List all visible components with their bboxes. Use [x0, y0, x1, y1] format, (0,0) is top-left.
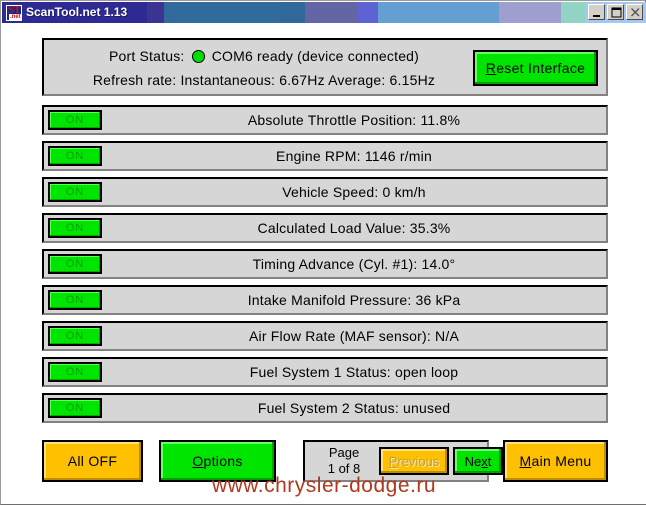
logo-text-net: .net: [9, 14, 21, 20]
sensor-label: Calculated Load Value: 35.3%: [257, 220, 451, 236]
sensor-toggle-button[interactable]: ON: [48, 182, 102, 202]
page-navigation-group: Page 1 of 8 Previous Ne x t: [303, 440, 503, 482]
options-label-rest: ptions: [203, 453, 243, 469]
sensor-toggle-button[interactable]: ON: [48, 110, 102, 130]
sensor-label: Fuel System 1 Status: open loop: [249, 364, 459, 380]
sensor-label: Air Flow Rate (MAF sensor): N/A: [248, 328, 459, 344]
reset-interface-button[interactable]: Reset Interface: [473, 50, 598, 86]
title-bar-band-5: [358, 2, 378, 23]
title-bar-band-4: [305, 2, 358, 23]
sensor-row: ON Vehicle Speed: 0 km/h: [42, 177, 608, 207]
previous-accel-letter: P: [388, 453, 398, 469]
sensor-toggle-button[interactable]: ON: [48, 326, 102, 346]
page-count: 1 of 8: [327, 461, 361, 476]
options-button[interactable]: Options: [159, 440, 276, 482]
title-bar-band-1: [147, 2, 164, 23]
window-title: ScanTool.net 1.13: [26, 5, 128, 19]
refresh-rate-line: Refresh rate: Instantaneous: 6.67Hz Aver…: [92, 72, 436, 88]
port-status-label: Port Status:: [108, 48, 185, 64]
main-menu-button[interactable]: Main Menu: [503, 440, 608, 482]
sensor-toggle-button[interactable]: ON: [48, 254, 102, 274]
status-text-group: Port Status: COM6 ready (device connecte…: [54, 44, 474, 92]
sensor-label: Absolute Throttle Position: 11.8%: [247, 112, 461, 128]
reset-accel-letter: R: [485, 60, 497, 76]
sensor-row: ON Calculated Load Value: 35.3%: [42, 213, 608, 243]
sensor-list: ON Absolute Throttle Position: 11.8% ON Eng…: [42, 105, 608, 429]
port-status-led-icon: [191, 50, 205, 63]
sensor-row: ON Engine RPM: 1146 r/min: [42, 141, 608, 171]
port-status-value: COM6 ready (device connected): [211, 48, 420, 64]
sensor-row: ON Fuel System 1 Status: open loop: [42, 357, 608, 387]
sensor-row: ON Air Flow Rate (MAF sensor): N/A: [42, 321, 608, 351]
port-status-line: Port Status: COM6 ready (device connecte…: [54, 44, 474, 68]
previous-page-button[interactable]: Previous: [379, 447, 449, 475]
all-off-button[interactable]: All OFF: [42, 440, 143, 482]
window-controls: [588, 4, 643, 20]
next-label-pre: Ne: [464, 453, 482, 469]
sensor-toggle-button[interactable]: ON: [48, 398, 102, 418]
sensor-row: ON Absolute Throttle Position: 11.8%: [42, 105, 608, 135]
main-menu-accel-letter: M: [519, 453, 532, 469]
title-bar-band-7: [499, 2, 561, 23]
minimize-button[interactable]: [588, 4, 605, 20]
sensor-toggle-button[interactable]: ON: [48, 218, 102, 238]
sensor-row: ON Timing Advance (Cyl. #1): 14.0°: [42, 249, 608, 279]
sensor-row: ON Fuel System 2 Status: unused: [42, 393, 608, 423]
status-panel: Port Status: COM6 ready (device connecte…: [42, 38, 608, 96]
all-off-label: All OFF: [67, 453, 118, 469]
maximize-button[interactable]: [607, 4, 624, 20]
title-bar-band-6: [378, 2, 499, 23]
sensor-label: Fuel System 2 Status: unused: [257, 400, 451, 416]
previous-label-rest: revious: [397, 453, 440, 469]
options-accel-letter: O: [192, 453, 204, 469]
next-label-rest: t: [487, 453, 492, 469]
sensor-label: Engine RPM: 1146 r/min: [276, 148, 432, 164]
application-window: ST .net ScanTool.net 1.13 Port Status: C…: [0, 0, 646, 505]
sensor-toggle-button[interactable]: ON: [48, 362, 102, 382]
bottom-button-bar: All OFF Options Page 1 of 8 Previous Ne x…: [42, 440, 608, 482]
title-bar-band-8: [561, 2, 585, 23]
sensor-label: Intake Manifold Pressure: 36 kPa: [247, 292, 461, 308]
sensor-label: Timing Advance (Cyl. #1): 14.0°: [252, 256, 456, 272]
next-page-button[interactable]: Ne x t: [453, 447, 503, 475]
page-indicator: Page 1 of 8: [310, 445, 378, 477]
title-bar-band-2: [164, 2, 280, 23]
reset-label-rest: eset Interface: [496, 60, 586, 76]
page-word: Page: [328, 445, 360, 460]
main-menu-label-rest: ain Menu: [531, 453, 592, 469]
title-bar[interactable]: ST .net ScanTool.net 1.13: [2, 2, 646, 23]
sensor-label: Vehicle Speed: 0 km/h: [282, 184, 426, 200]
client-area: Port Status: COM6 ready (device connecte…: [2, 23, 646, 504]
sensor-row: ON Intake Manifold Pressure: 36 kPa: [42, 285, 608, 315]
sensor-toggle-button[interactable]: ON: [48, 146, 102, 166]
sensor-toggle-button[interactable]: ON: [48, 290, 102, 310]
title-bar-band-3: [280, 2, 305, 23]
close-button[interactable]: [626, 4, 643, 20]
scantool-logo-icon: ST .net: [6, 5, 22, 21]
